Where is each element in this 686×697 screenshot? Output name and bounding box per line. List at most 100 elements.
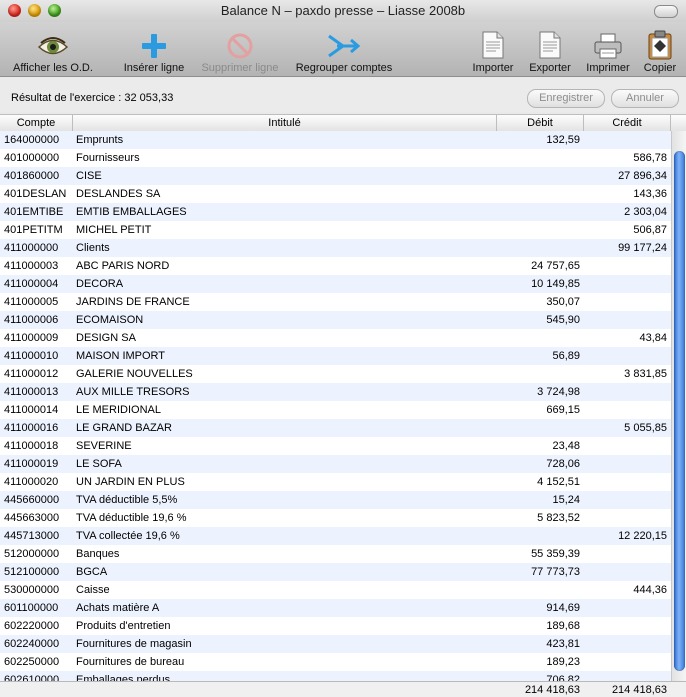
compte-cell[interactable]: 411000006 <box>4 311 70 329</box>
debit-cell[interactable]: 914,69 <box>497 599 580 617</box>
column-header-debit[interactable]: Débit <box>497 115 584 131</box>
debit-cell[interactable]: 55 359,39 <box>497 545 580 563</box>
imprimer-button[interactable]: Imprimer <box>580 24 636 74</box>
compte-cell[interactable]: 602220000 <box>4 617 70 635</box>
table-row[interactable]: 512100000 BGCA 77 773,73 <box>0 563 671 581</box>
intitule-cell[interactable]: DECORA <box>76 275 494 293</box>
column-header-compte[interactable]: Compte <box>0 115 73 131</box>
table-row[interactable]: 401860000 CISE 27 896,34 <box>0 167 671 185</box>
compte-cell[interactable]: 401000000 <box>4 149 70 167</box>
compte-cell[interactable]: 602610000 <box>4 671 70 681</box>
afficher-od-button[interactable]: Afficher les O.D. <box>8 24 98 74</box>
compte-cell[interactable]: 401PETITM <box>4 221 70 239</box>
table-row[interactable]: 512000000 Banques 55 359,39 <box>0 545 671 563</box>
debit-cell[interactable]: 423,81 <box>497 635 580 653</box>
intitule-cell[interactable]: GALERIE NOUVELLES <box>76 365 494 383</box>
credit-cell[interactable]: 586,78 <box>584 149 667 167</box>
table-row[interactable]: 411000012 GALERIE NOUVELLES 3 831,85 <box>0 365 671 383</box>
intitule-cell[interactable]: Fournitures de bureau <box>76 653 494 671</box>
table-row[interactable]: 411000005 JARDINS DE FRANCE 350,07 <box>0 293 671 311</box>
intitule-cell[interactable]: ABC PARIS NORD <box>76 257 494 275</box>
table-row[interactable]: 411000006 ECOMAISON 545,90 <box>0 311 671 329</box>
debit-cell[interactable]: 350,07 <box>497 293 580 311</box>
compte-cell[interactable]: 411000014 <box>4 401 70 419</box>
compte-cell[interactable]: 401EMTIBE <box>4 203 70 221</box>
close-button[interactable] <box>8 4 21 17</box>
compte-cell[interactable]: 411000003 <box>4 257 70 275</box>
debit-cell[interactable]: 77 773,73 <box>497 563 580 581</box>
compte-cell[interactable]: 602250000 <box>4 653 70 671</box>
credit-cell[interactable]: 143,36 <box>584 185 667 203</box>
copier-button[interactable]: Copier <box>638 24 682 74</box>
compte-cell[interactable]: 601100000 <box>4 599 70 617</box>
zoom-button[interactable] <box>48 4 61 17</box>
debit-cell[interactable]: 132,59 <box>497 131 580 149</box>
table-row[interactable]: 411000016 LE GRAND BAZAR 5 055,85 <box>0 419 671 437</box>
intitule-cell[interactable]: ECOMAISON <box>76 311 494 329</box>
table-row[interactable]: 602240000 Fournitures de magasin 423,81 <box>0 635 671 653</box>
table-row[interactable]: 401000000 Fournisseurs 586,78 <box>0 149 671 167</box>
credit-cell[interactable]: 99 177,24 <box>584 239 667 257</box>
debit-cell[interactable]: 4 152,51 <box>497 473 580 491</box>
intitule-cell[interactable]: UN JARDIN EN PLUS <box>76 473 494 491</box>
compte-cell[interactable]: 411000005 <box>4 293 70 311</box>
intitule-cell[interactable]: LE GRAND BAZAR <box>76 419 494 437</box>
table-row[interactable]: 411000009 DESIGN SA 43,84 <box>0 329 671 347</box>
compte-cell[interactable]: 411000013 <box>4 383 70 401</box>
minimize-button[interactable] <box>28 4 41 17</box>
table-row[interactable]: 601100000 Achats matière A 914,69 <box>0 599 671 617</box>
intitule-cell[interactable]: DESIGN SA <box>76 329 494 347</box>
inserer-ligne-button[interactable]: Insérer ligne <box>116 24 192 74</box>
intitule-cell[interactable]: Fournisseurs <box>76 149 494 167</box>
debit-cell[interactable]: 545,90 <box>497 311 580 329</box>
intitule-cell[interactable]: Fournitures de magasin <box>76 635 494 653</box>
column-header-intitule[interactable]: Intitulé <box>73 115 497 131</box>
debit-cell[interactable]: 5 823,52 <box>497 509 580 527</box>
credit-cell[interactable]: 27 896,34 <box>584 167 667 185</box>
debit-cell[interactable]: 15,24 <box>497 491 580 509</box>
table-row[interactable]: 401EMTIBE EMTIB EMBALLAGES 2 303,04 <box>0 203 671 221</box>
intitule-cell[interactable]: Caisse <box>76 581 494 599</box>
intitule-cell[interactable]: DESLANDES SA <box>76 185 494 203</box>
credit-cell[interactable]: 506,87 <box>584 221 667 239</box>
debit-cell[interactable]: 3 724,98 <box>497 383 580 401</box>
debit-cell[interactable]: 706,82 <box>497 671 580 681</box>
annuler-button[interactable]: Annuler <box>611 89 679 108</box>
table-row[interactable]: 411000010 MAISON IMPORT 56,89 <box>0 347 671 365</box>
compte-cell[interactable]: 530000000 <box>4 581 70 599</box>
table-row[interactable]: 411000018 SEVERINE 23,48 <box>0 437 671 455</box>
compte-cell[interactable]: 512100000 <box>4 563 70 581</box>
compte-cell[interactable]: 411000000 <box>4 239 70 257</box>
debit-cell[interactable]: 728,06 <box>497 455 580 473</box>
intitule-cell[interactable]: Emballages perdus <box>76 671 494 681</box>
intitule-cell[interactable]: SEVERINE <box>76 437 494 455</box>
intitule-cell[interactable]: Clients <box>76 239 494 257</box>
exporter-button[interactable]: Exporter <box>524 24 576 74</box>
table-row[interactable]: 602250000 Fournitures de bureau 189,23 <box>0 653 671 671</box>
supprimer-ligne-button[interactable]: Supprimer ligne <box>196 24 284 74</box>
table-row[interactable]: 411000020 UN JARDIN EN PLUS 4 152,51 <box>0 473 671 491</box>
table-row[interactable]: 602610000 Emballages perdus 706,82 <box>0 671 671 681</box>
intitule-cell[interactable]: TVA collectée 19,6 % <box>76 527 494 545</box>
debit-cell[interactable]: 189,68 <box>497 617 580 635</box>
enregistrer-button[interactable]: Enregistrer <box>527 89 605 108</box>
intitule-cell[interactable]: Banques <box>76 545 494 563</box>
intitule-cell[interactable]: CISE <box>76 167 494 185</box>
intitule-cell[interactable]: TVA déductible 19,6 % <box>76 509 494 527</box>
compte-cell[interactable]: 602240000 <box>4 635 70 653</box>
intitule-cell[interactable]: TVA déductible 5,5% <box>76 491 494 509</box>
table-row[interactable]: 411000013 AUX MILLE TRESORS 3 724,98 <box>0 383 671 401</box>
intitule-cell[interactable]: MICHEL PETIT <box>76 221 494 239</box>
table-row[interactable]: 445713000 TVA collectée 19,6 % 12 220,15 <box>0 527 671 545</box>
table-row[interactable]: 411000000 Clients 99 177,24 <box>0 239 671 257</box>
compte-cell[interactable]: 411000018 <box>4 437 70 455</box>
compte-cell[interactable]: 411000012 <box>4 365 70 383</box>
credit-cell[interactable]: 43,84 <box>584 329 667 347</box>
toolbar-toggle-button[interactable] <box>654 5 678 18</box>
table-row[interactable]: 530000000 Caisse 444,36 <box>0 581 671 599</box>
table-row[interactable]: 411000003 ABC PARIS NORD 24 757,65 <box>0 257 671 275</box>
table-row[interactable]: 445660000 TVA déductible 5,5% 15,24 <box>0 491 671 509</box>
compte-cell[interactable]: 411000019 <box>4 455 70 473</box>
intitule-cell[interactable]: EMTIB EMBALLAGES <box>76 203 494 221</box>
intitule-cell[interactable]: LE MERIDIONAL <box>76 401 494 419</box>
